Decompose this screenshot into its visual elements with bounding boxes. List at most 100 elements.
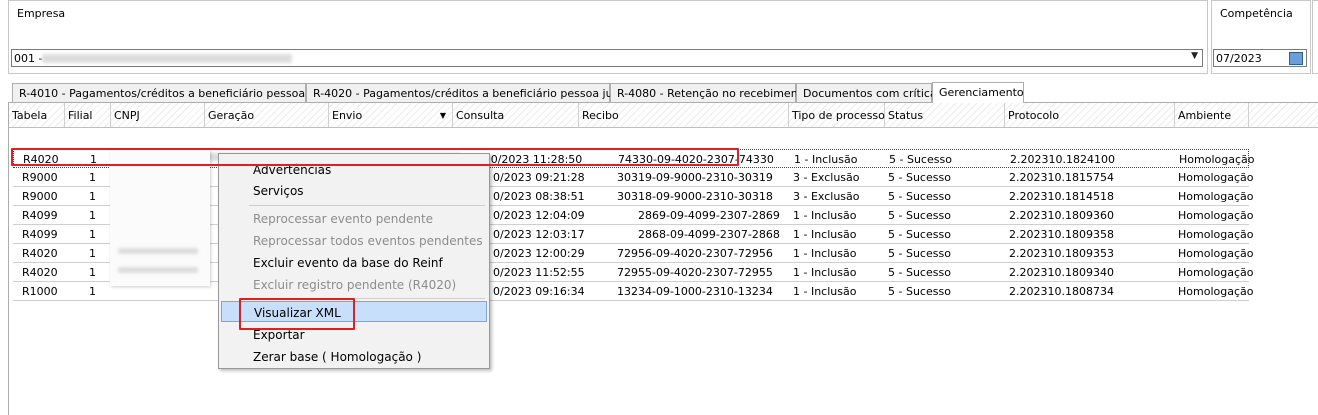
cell-ambiente: Homologação [1178, 266, 1254, 279]
cell-status: 5 - Sucesso [888, 190, 951, 203]
cell-tipo: 1 - Inclusão [794, 153, 858, 166]
cell-protocolo: 2.202310.1809340 [1009, 266, 1114, 279]
competencia-group: Competência 07/2023 [1211, 0, 1311, 74]
tab-r4080[interactable]: R-4080 - Retenção no recebimento [610, 83, 809, 102]
cell-consulta: 0/2023 11:52:55 [493, 266, 585, 279]
cell-tipo: 1 - Inclusão [793, 209, 857, 222]
cnpj-redacted [118, 248, 198, 254]
cell-tipo: 1 - Inclusão [793, 285, 857, 298]
cell-ambiente: Homologação [1178, 171, 1254, 184]
cell-filial: 1 [89, 190, 96, 203]
cell-tipo: 1 - Inclusão [793, 228, 857, 241]
empresa-label: Empresa [17, 7, 66, 20]
col-cnpj[interactable]: CNPJ [111, 103, 205, 127]
tab-gerenciamento[interactable]: Gerenciamento [932, 82, 1024, 103]
cell-consulta: 0/2023 09:21:28 [493, 171, 585, 184]
col-ambiente[interactable]: Ambiente [1175, 103, 1249, 127]
cell-protocolo: 2.202310.1809353 [1009, 247, 1114, 260]
cell-recibo: 30318-09-9000-2310-30318 [617, 190, 773, 203]
visualizar-xml-highlight [239, 298, 355, 330]
cell-protocolo: 2.202310.1815754 [1009, 171, 1114, 184]
grid-header: Tabela Filial CNPJ Geração Envio ▼ Consul… [9, 103, 1318, 128]
cell-tipo: 1 - Inclusão [793, 266, 857, 279]
col-tipo-processo[interactable]: Tipo de processo [789, 103, 885, 127]
col-filial[interactable]: Filial [65, 103, 111, 127]
competencia-date-field[interactable]: 07/2023 [1213, 49, 1307, 67]
cell-consulta: 0/2023 12:04:09 [493, 209, 585, 222]
cell-consulta: 0/2023 08:38:51 [493, 190, 585, 203]
cell-ambiente: Homologação [1178, 285, 1254, 298]
col-geracao[interactable]: Geração [205, 103, 329, 127]
cell-protocolo: 2.202310.1824100 [1010, 153, 1115, 166]
competencia-value: 07/2023 [1216, 52, 1262, 65]
cell-recibo: 72956-09-4020-2307-72956 [617, 247, 773, 260]
menu-item-servicos[interactable]: Serviços [221, 180, 487, 201]
cell-filial: 1 [89, 266, 96, 279]
selected-row-highlight [11, 148, 739, 166]
menu-item-excluir-registro[interactable]: Excluir registro pendente (R4020) [221, 274, 487, 295]
cell-ambiente: Homologação [1178, 209, 1254, 222]
menu-item-reprocessar-todos[interactable]: Reprocessar todos eventos pendentes [221, 230, 487, 251]
context-menu: Advertências Serviços Reprocessar evento… [218, 153, 490, 369]
cell-recibo: 72955-09-4020-2307-72955 [617, 266, 773, 279]
cell-filial: 1 [89, 285, 96, 298]
tab-label: R-4020 - Pagamentos/créditos a beneficiá… [313, 87, 643, 100]
cell-recibo: 30319-09-9000-2310-30319 [617, 171, 773, 184]
tab-label: Documentos com críticas [803, 87, 943, 100]
cnpj-redacted [118, 267, 198, 273]
cell-tipo: 3 - Exclusão [793, 190, 860, 203]
cell-tipo: 1 - Inclusão [793, 247, 857, 260]
cell-ambiente: Homologação [1178, 228, 1254, 241]
cell-tipo: 3 - Exclusão [793, 171, 860, 184]
menu-item-excluir-evento[interactable]: Excluir evento da base do Reinf [221, 252, 487, 273]
col-consulta[interactable]: Consulta [453, 103, 579, 127]
cell-tabela: R1000 [22, 285, 58, 298]
cell-filial: 1 [89, 247, 96, 260]
cell-protocolo: 2.202310.1809360 [1009, 209, 1114, 222]
cell-tabela: R9000 [22, 190, 58, 203]
menu-item-zerar-base[interactable]: Zerar base ( Homologação ) [221, 346, 487, 367]
cell-recibo: 13234-09-1000-2310-13234 [617, 285, 773, 298]
cell-recibo: 2869-09-4099-2307-2869 [638, 209, 780, 222]
cell-consulta: 0/2023 09:16:34 [493, 285, 585, 298]
cell-tabela: R4020 [22, 247, 58, 260]
cell-protocolo: 2.202310.1808734 [1009, 285, 1114, 298]
cell-ambiente: Homologação [1179, 153, 1255, 166]
cell-status: 5 - Sucesso [888, 228, 951, 241]
cell-consulta: 0/2023 12:00:29 [493, 247, 585, 260]
cell-status: 5 - Sucesso [888, 209, 951, 222]
menu-item-reprocessar-evento[interactable]: Reprocessar evento pendente [221, 208, 487, 229]
tab-label: R-4010 - Pagamentos/créditos a beneficiá… [19, 87, 338, 100]
col-tabela[interactable]: Tabela [9, 103, 65, 127]
tab-documentos-criticas[interactable]: Documentos com críticas [796, 83, 942, 102]
empresa-combobox[interactable]: 001 - ▼ [11, 49, 1203, 67]
cell-status: 5 - Sucesso [888, 285, 951, 298]
empresa-name-redacted [42, 54, 292, 63]
col-status[interactable]: Status [885, 103, 1005, 127]
cell-status: 5 - Sucesso [888, 247, 951, 260]
tab-r4010[interactable]: R-4010 - Pagamentos/créditos a beneficiá… [12, 83, 337, 102]
sort-desc-icon: ▼ [439, 111, 446, 120]
empresa-selected-value: 001 - [14, 52, 43, 65]
cell-filial: 1 [89, 228, 96, 241]
cell-tabela: R4099 [22, 209, 58, 222]
menu-separator [249, 205, 485, 206]
col-envio[interactable]: Envio ▼ [329, 103, 453, 127]
cell-protocolo: 2.202310.1809358 [1009, 228, 1114, 241]
cell-ambiente: Homologação [1178, 247, 1254, 260]
col-protocolo[interactable]: Protocolo [1005, 103, 1175, 127]
cell-protocolo: 2.202310.1814518 [1009, 190, 1114, 203]
tab-label: Gerenciamento [939, 86, 1024, 99]
cell-status: 5 - Sucesso [889, 153, 952, 166]
cell-tabela: R9000 [22, 171, 58, 184]
tab-label: R-4080 - Retenção no recebimento [617, 87, 809, 100]
cell-filial: 1 [89, 209, 96, 222]
cell-consulta: 0/2023 12:03:17 [493, 228, 585, 241]
col-recibo[interactable]: Recibo [579, 103, 789, 127]
calendar-icon[interactable] [1289, 52, 1303, 65]
competencia-label: Competência [1220, 7, 1293, 20]
cell-tabela: R4099 [22, 228, 58, 241]
tab-r4020[interactable]: R-4020 - Pagamentos/créditos a beneficiá… [306, 83, 643, 102]
chevron-down-icon[interactable]: ▼ [1191, 51, 1198, 61]
cell-status: 5 - Sucesso [888, 171, 951, 184]
